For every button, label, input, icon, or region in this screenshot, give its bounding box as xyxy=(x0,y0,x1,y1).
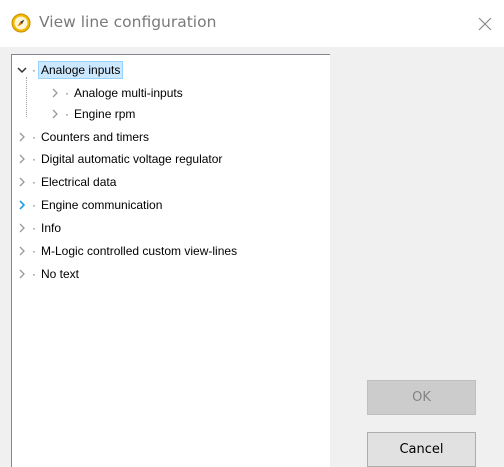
title-bar: View line configuration xyxy=(0,0,504,47)
tree-node-label: Engine rpm xyxy=(74,107,136,121)
tree-node-analoge-inputs[interactable]: · Analoge inputs xyxy=(16,60,124,80)
tree-node-label: Electrical data xyxy=(41,175,117,189)
close-button[interactable] xyxy=(470,9,500,39)
tree-node-engine-communication[interactable]: · Engine communication xyxy=(16,195,165,215)
ok-button[interactable]: OK xyxy=(367,380,476,415)
chevron-right-icon[interactable] xyxy=(16,131,28,143)
chevron-right-icon[interactable] xyxy=(49,108,61,120)
tree-node-electrical-data[interactable]: · Electrical data xyxy=(16,172,119,192)
tree-node-counters-and-timers[interactable]: · Counters and timers xyxy=(16,127,152,147)
tree-node-info[interactable]: · Info xyxy=(16,218,64,238)
chevron-right-icon[interactable] xyxy=(16,222,28,234)
view-line-tree[interactable]: · Analoge inputs · Analoge multi-inputs … xyxy=(11,54,330,467)
cancel-button[interactable]: Cancel xyxy=(367,432,476,467)
tree-node-label: Engine communication xyxy=(41,198,163,212)
tree-node-no-text[interactable]: · No text xyxy=(16,264,82,284)
window-title: View line configuration xyxy=(39,13,217,31)
tree-node-label: Counters and timers xyxy=(41,130,150,144)
tree-node-engine-rpm[interactable]: · Engine rpm xyxy=(49,104,138,124)
chevron-right-icon[interactable] xyxy=(16,245,28,257)
app-compass-icon xyxy=(11,13,31,33)
chevron-right-icon[interactable] xyxy=(16,176,28,188)
tree-guide-line xyxy=(26,77,27,117)
tree-node-label: No text xyxy=(41,267,80,281)
dialog-window: View line configuration · Analoge inputs… xyxy=(0,0,504,467)
chevron-right-icon[interactable] xyxy=(16,199,28,211)
chevron-right-icon[interactable] xyxy=(16,153,28,165)
close-icon xyxy=(478,17,492,31)
tree-node-label: Analoge multi-inputs xyxy=(74,86,183,100)
tree-node-analoge-multi-inputs[interactable]: · Analoge multi-inputs xyxy=(49,83,186,103)
chevron-down-icon[interactable] xyxy=(16,64,28,76)
tree-node-label: Digital automatic voltage regulator xyxy=(41,152,223,166)
chevron-right-icon[interactable] xyxy=(16,268,28,280)
chevron-right-icon[interactable] xyxy=(49,87,61,99)
tree-node-label: Analoge inputs xyxy=(38,61,124,79)
tree-node-digital-avr[interactable]: · Digital automatic voltage regulator xyxy=(16,149,225,169)
tree-node-label: M-Logic controlled custom view-lines xyxy=(41,244,238,258)
tree-node-label: Info xyxy=(41,221,62,235)
tree-node-m-logic[interactable]: · M-Logic controlled custom view-lines xyxy=(16,241,240,261)
